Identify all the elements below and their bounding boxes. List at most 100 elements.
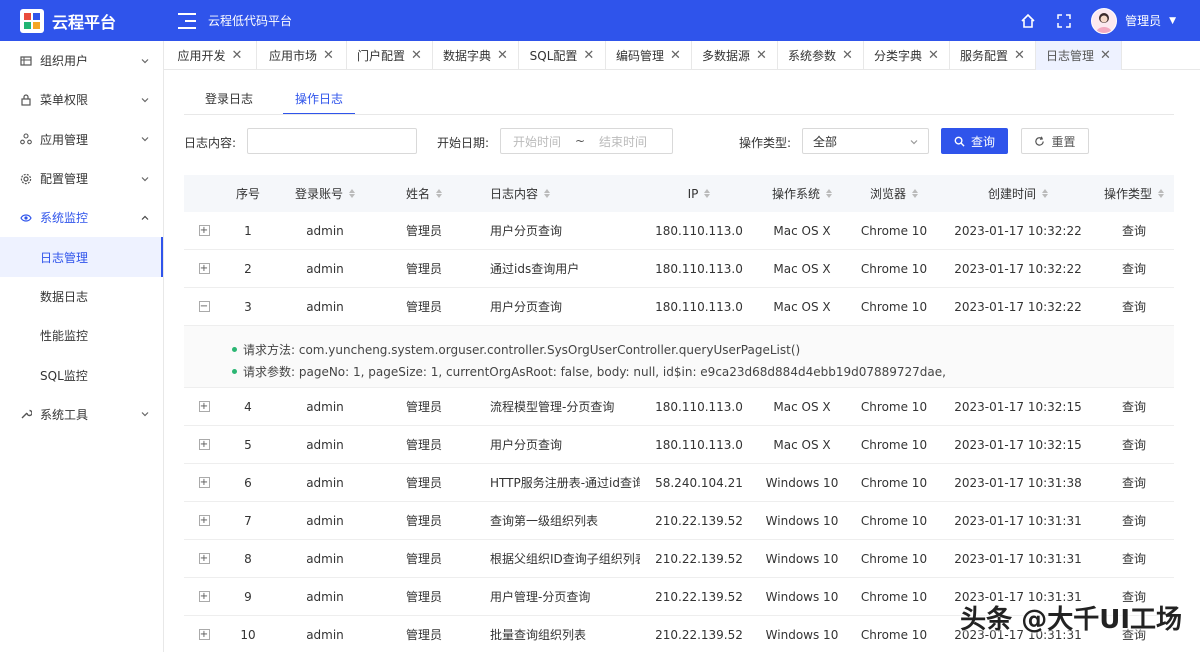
tab-service-config[interactable]: 服务配置 ✕ (950, 41, 1036, 70)
close-icon[interactable]: ✕ (583, 48, 594, 63)
sort-icon[interactable] (1158, 189, 1164, 198)
row-content: 用户管理-分页查询 (490, 590, 591, 604)
filter-bar: 日志内容: 开始日期: 开始时间 ~ 结束时间 操作类型: 全部 查询 重置 (184, 128, 1174, 154)
close-icon[interactable]: ✕ (756, 48, 767, 63)
tab-app-market[interactable]: 应用市场 ✕ (257, 41, 347, 70)
expand-icon[interactable]: + (198, 401, 210, 412)
tab-data-dict[interactable]: 数据字典 ✕ (433, 41, 519, 70)
row-time: 2023-01-17 10:32:15 (954, 437, 1082, 452)
fullscreen-icon[interactable] (1055, 12, 1073, 30)
logo[interactable]: 云程平台 (0, 0, 164, 41)
tab-sql-config[interactable]: SQL配置 ✕ (519, 41, 606, 70)
row-type: 查询 (1121, 514, 1146, 528)
table-row[interactable]: +4 admin 管理员 流程模型管理-分页查询 180.110.113.0 Mac OS… (184, 388, 1174, 426)
table-row[interactable]: +8 admin 管理员 根据父组织ID查询子组织列表 210.22.139.52 Win… (184, 540, 1174, 578)
collapse-icon[interactable]: − (198, 301, 210, 312)
close-icon[interactable]: ✕ (1014, 48, 1025, 63)
chevron-down-icon (141, 98, 149, 103)
refresh-icon (1035, 136, 1045, 146)
tab-multi-datasource[interactable]: 多数据源 ✕ (692, 41, 778, 70)
col-header-account[interactable]: 登录账号 (272, 185, 378, 202)
sidebar-item-org-users[interactable]: 组织用户 (0, 41, 163, 80)
expand-icon[interactable]: + (198, 515, 210, 526)
table-row[interactable]: +2 admin 管理员 通过ids查询用户 180.110.113.0 Mac OS X… (184, 250, 1174, 288)
row-browser: Chrome 10 (860, 223, 928, 238)
sidebar-item-config-management[interactable]: 配置管理 (0, 159, 163, 198)
row-account: admin (306, 299, 344, 314)
close-icon[interactable]: ✕ (928, 48, 939, 63)
tab-code-management[interactable]: 编码管理 ✕ (606, 41, 692, 70)
reset-button-label: 重置 (1051, 134, 1076, 149)
sidebar-sub-sql-monitor[interactable]: SQL监控 (0, 355, 163, 394)
table-row[interactable]: +1 admin 管理员 用户分页查询 180.110.113.0 Mac OS X Chr… (184, 212, 1174, 250)
user-menu[interactable]: 管理员 ▼ (1091, 7, 1176, 34)
sidebar: 组织用户 菜单权限 应用管理 配置管理 系统监控 日志管理 数据日志 性能监控 … (0, 41, 164, 652)
home-icon[interactable] (1019, 12, 1037, 30)
type-select[interactable]: 全部 (802, 128, 929, 154)
table-row[interactable]: − 3 admin 管理员 用户分页查询 180.110.113.0 Mac OS X Chr… (184, 288, 1174, 326)
sort-icon[interactable] (349, 189, 355, 198)
row-no: 10 (240, 627, 256, 642)
tab-log-management[interactable]: 日志管理 ✕ (1036, 41, 1122, 70)
expand-icon[interactable]: + (198, 629, 210, 640)
sidebar-sub-performance[interactable]: 性能监控 (0, 316, 163, 355)
sidebar-item-app-management[interactable]: 应用管理 (0, 120, 163, 159)
sort-icon[interactable] (826, 189, 832, 198)
content-input[interactable] (247, 128, 417, 154)
col-header-browser[interactable]: 浏览器 (846, 185, 942, 202)
end-date-placeholder[interactable]: 结束时间 (587, 133, 659, 150)
divider (184, 114, 1174, 115)
sort-icon[interactable] (544, 189, 551, 198)
close-icon[interactable]: ✕ (1100, 48, 1111, 63)
close-icon[interactable]: ✕ (842, 48, 853, 63)
table-row[interactable]: +6 admin 管理员 HTTP服务注册表-通过id查询 58.240.104.21 W… (184, 464, 1174, 502)
sidebar-item-system-tools[interactable]: 系统工具 (0, 395, 163, 434)
sort-icon[interactable] (1042, 189, 1048, 198)
tab-app-dev[interactable]: 应用开发 ✕ (164, 41, 257, 70)
sort-icon[interactable] (912, 189, 918, 198)
sort-icon[interactable] (704, 189, 711, 198)
close-icon[interactable]: ✕ (497, 48, 508, 63)
col-header-ip[interactable]: IP (640, 187, 758, 201)
row-no: 9 (244, 589, 252, 604)
table-row[interactable]: +7 admin 管理员 查询第一级组织列表 210.22.139.52 Windows … (184, 502, 1174, 540)
expand-icon[interactable]: + (198, 591, 210, 602)
col-header-content[interactable]: 日志内容 (470, 185, 640, 202)
row-browser: Chrome 10 (860, 589, 928, 604)
sidebar-sub-log-management[interactable]: 日志管理 (0, 237, 163, 277)
query-button[interactable]: 查询 (941, 128, 1008, 154)
row-account: admin (306, 551, 344, 566)
col-header-no[interactable]: 序号 (224, 185, 272, 202)
table-row[interactable]: +5 admin 管理员 用户分页查询 180.110.113.0 Mac OS X Chr… (184, 426, 1174, 464)
expand-icon[interactable]: + (198, 477, 210, 488)
tab-portal-config[interactable]: 门户配置 ✕ (347, 41, 433, 70)
close-icon[interactable]: ✕ (232, 48, 243, 63)
col-header-name[interactable]: 姓名 (378, 185, 470, 202)
expand-icon[interactable]: + (198, 263, 210, 274)
reset-button[interactable]: 重置 (1021, 128, 1089, 154)
menu-toggle-icon[interactable] (178, 12, 196, 29)
row-no: 2 (244, 261, 252, 276)
tab-system-params[interactable]: 系统参数 ✕ (778, 41, 864, 70)
subtab-login-log[interactable]: 登录日志 (184, 85, 274, 115)
close-icon[interactable]: ✕ (411, 48, 422, 63)
col-header-time[interactable]: 创建时间 (942, 185, 1094, 202)
close-icon[interactable]: ✕ (323, 48, 334, 63)
expand-icon[interactable]: + (198, 225, 210, 236)
tab-category-dict[interactable]: 分类字典 ✕ (864, 41, 950, 70)
expand-icon[interactable]: + (198, 553, 210, 564)
col-header-os[interactable]: 操作系统 (758, 185, 846, 202)
expand-icon[interactable]: + (198, 439, 210, 450)
start-date-placeholder[interactable]: 开始时间 (501, 133, 573, 150)
date-range-picker[interactable]: 开始时间 ~ 结束时间 (500, 128, 673, 154)
subtab-operation-log[interactable]: 操作日志 (283, 85, 355, 115)
page-tabs: 应用开发 ✕ 应用市场 ✕ 门户配置 ✕ 数据字典 ✕ SQL配置 ✕ 编码管理 ✕ 多数据… (164, 41, 1200, 70)
sidebar-item-system-monitor[interactable]: 系统监控 (0, 198, 163, 237)
tab-label: 系统参数 (788, 49, 837, 63)
sidebar-sub-data-log[interactable]: 数据日志 (0, 277, 163, 316)
sidebar-item-menu-permissions[interactable]: 菜单权限 (0, 80, 163, 119)
row-account: admin (306, 261, 344, 276)
close-icon[interactable]: ✕ (670, 48, 681, 63)
sort-icon[interactable] (436, 189, 442, 198)
col-header-type[interactable]: 操作类型 (1094, 185, 1174, 202)
